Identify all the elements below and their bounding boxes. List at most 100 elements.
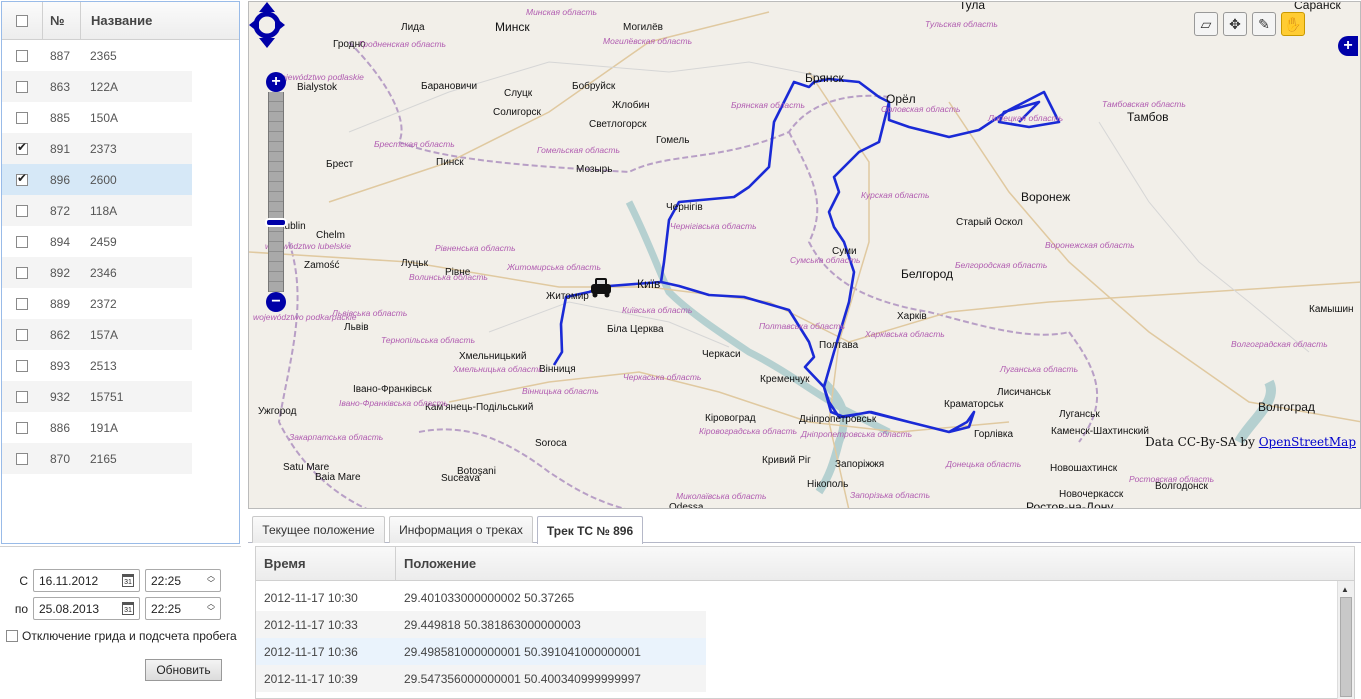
- layer-switcher-button[interactable]: +: [1338, 36, 1358, 56]
- city-label: Саранск: [1294, 1, 1341, 12]
- scrollbar-thumb[interactable]: [1340, 597, 1352, 697]
- row-checkbox[interactable]: [16, 421, 28, 434]
- zoom-control: + −: [265, 72, 287, 312]
- vehicle-row[interactable]: 872 118А: [2, 195, 192, 226]
- city-label: Ростов-на-Дону: [1026, 500, 1114, 509]
- vehicle-row[interactable]: 885 150А: [2, 102, 192, 133]
- region-label: Гродненская область: [359, 39, 447, 49]
- row-checkbox-cell: [2, 328, 42, 341]
- region-label: Орловская область: [881, 104, 961, 114]
- zoom-slider[interactable]: [268, 92, 284, 292]
- row-checkbox[interactable]: [16, 171, 28, 186]
- track-scrollbar[interactable]: ▲: [1337, 581, 1354, 699]
- column-header-number[interactable]: №: [42, 2, 80, 40]
- refresh-button[interactable]: Обновить: [145, 659, 222, 681]
- vehicle-row[interactable]: 932 15751: [2, 381, 192, 412]
- row-checkbox[interactable]: [16, 390, 28, 403]
- zoom-slider-handle[interactable]: [265, 218, 287, 227]
- city-label: Київ: [637, 277, 661, 291]
- row-checkbox[interactable]: [16, 111, 28, 124]
- track-row[interactable]: 2012-11-17 10:30 29.401033000000002 50.37…: [256, 584, 706, 611]
- vehicle-row[interactable]: 889 2372: [2, 288, 192, 319]
- spinner-icon[interactable]: ︿ ﹀: [207, 600, 215, 616]
- tab-current-position[interactable]: Текущее положение: [252, 516, 385, 543]
- column-header-position[interactable]: Положение: [396, 547, 1354, 580]
- region-label: Курская область: [861, 190, 930, 200]
- tab-track-info[interactable]: Информация о треках: [389, 516, 533, 543]
- vehicle-number: 863: [50, 79, 71, 94]
- city-label: Soroca: [535, 438, 567, 449]
- city-label: Солигорск: [493, 107, 541, 118]
- grid-option[interactable]: Отключение грида и подсчета пробега: [6, 629, 237, 643]
- track-row[interactable]: 2012-11-17 10:36 29.498581000000001 50.39…: [256, 638, 706, 665]
- region-label: Могилёвская область: [603, 36, 693, 46]
- openstreetmap-link[interactable]: OpenStreetMap: [1259, 435, 1356, 449]
- vehicle-name: 191А: [90, 420, 119, 435]
- grid-option-label: Отключение грида и подсчета пробега: [22, 629, 237, 643]
- row-checkbox[interactable]: [16, 235, 28, 248]
- vehicle-name: 15751: [90, 389, 124, 404]
- spinner-icon[interactable]: ︿ ﹀: [207, 572, 215, 588]
- select-box-icon[interactable]: ▱: [1194, 12, 1218, 36]
- region-label: województwo podlaskie: [275, 72, 364, 82]
- city-label: Луцьк: [401, 258, 428, 269]
- vehicle-row[interactable]: 886 191А: [2, 412, 192, 443]
- to-time-field[interactable]: 22:25 ︿ ﹀: [145, 597, 221, 620]
- track-row[interactable]: 2012-11-17 10:33 29.449818 50.38186300000…: [256, 611, 706, 638]
- hand-icon[interactable]: ✋: [1281, 12, 1305, 36]
- city-label: Старый Оскол: [956, 217, 1023, 228]
- row-checkbox[interactable]: [16, 49, 28, 62]
- row-checkbox[interactable]: [16, 140, 28, 155]
- from-date-field[interactable]: 16.11.2012 31: [33, 569, 140, 592]
- track-row[interactable]: 2012-11-17 10:39 29.547356000000001 50.40…: [256, 665, 706, 692]
- city-label: Івано-Франківськ: [353, 384, 432, 395]
- vehicle-row[interactable]: 894 2459: [2, 226, 192, 257]
- vehicle-name: 2372: [90, 296, 117, 311]
- row-checkbox[interactable]: [16, 328, 28, 341]
- row-checkbox[interactable]: [16, 359, 28, 372]
- pan-control[interactable]: [249, 2, 285, 48]
- vehicle-row[interactable]: 887 2365: [2, 40, 192, 71]
- region-label: Харківська область: [865, 329, 945, 339]
- vehicle-marker[interactable]: [591, 278, 611, 298]
- tab-vehicle-track[interactable]: Трек ТС № 896: [537, 516, 643, 544]
- column-header-time[interactable]: Время: [256, 547, 396, 580]
- city-label: Житомир: [546, 291, 589, 302]
- from-time-field[interactable]: 22:25 ︿ ﹀: [145, 569, 221, 592]
- vehicle-row[interactable]: 891 2373: [2, 133, 192, 164]
- map-view[interactable]: Минск Брянск Орёл Тамбов Воронеж Белгород Київ…: [248, 1, 1361, 509]
- column-header-name[interactable]: Название: [80, 2, 239, 40]
- select-all-checkbox[interactable]: [16, 14, 28, 27]
- vehicle-name: 157А: [90, 327, 119, 342]
- zoom-in-button[interactable]: +: [266, 72, 286, 92]
- scroll-up-icon[interactable]: ▲: [1341, 585, 1349, 594]
- vehicle-name: 118А: [90, 203, 118, 218]
- city-label: Полтава: [819, 340, 859, 351]
- row-checkbox[interactable]: [16, 297, 28, 310]
- row-checkbox[interactable]: [16, 266, 28, 279]
- calendar-icon[interactable]: 31: [122, 574, 134, 587]
- row-checkbox[interactable]: [16, 204, 28, 217]
- vertical-splitter[interactable]: [241, 0, 248, 699]
- region-label: Дніпропетровська область: [801, 429, 913, 439]
- zoom-out-button[interactable]: −: [266, 292, 286, 312]
- city-label: Zamość: [304, 260, 340, 271]
- pencil-icon[interactable]: ✎: [1252, 12, 1276, 36]
- row-checkbox[interactable]: [16, 80, 28, 93]
- to-date-field[interactable]: 25.08.2013 31: [33, 597, 140, 620]
- vehicle-row[interactable]: 896 2600: [2, 164, 192, 195]
- vehicle-row[interactable]: 892 2346: [2, 257, 192, 288]
- move-icon[interactable]: ✥: [1223, 12, 1247, 36]
- region-label: Луганська область: [1000, 364, 1079, 374]
- region-label: Белгородская область: [955, 260, 1048, 270]
- row-checkbox[interactable]: [16, 452, 28, 465]
- to-label: по: [14, 601, 28, 616]
- vehicle-row[interactable]: 862 157А: [2, 319, 192, 350]
- vehicle-row[interactable]: 893 2513: [2, 350, 192, 381]
- region-label: Волгоградская область: [1231, 339, 1328, 349]
- calendar-icon[interactable]: 31: [122, 602, 134, 615]
- vehicle-row[interactable]: 870 2165: [2, 443, 192, 474]
- vehicle-row[interactable]: 863 122А: [2, 71, 192, 102]
- track-time: 2012-11-17 10:36: [264, 644, 358, 659]
- grid-option-checkbox[interactable]: [6, 630, 18, 642]
